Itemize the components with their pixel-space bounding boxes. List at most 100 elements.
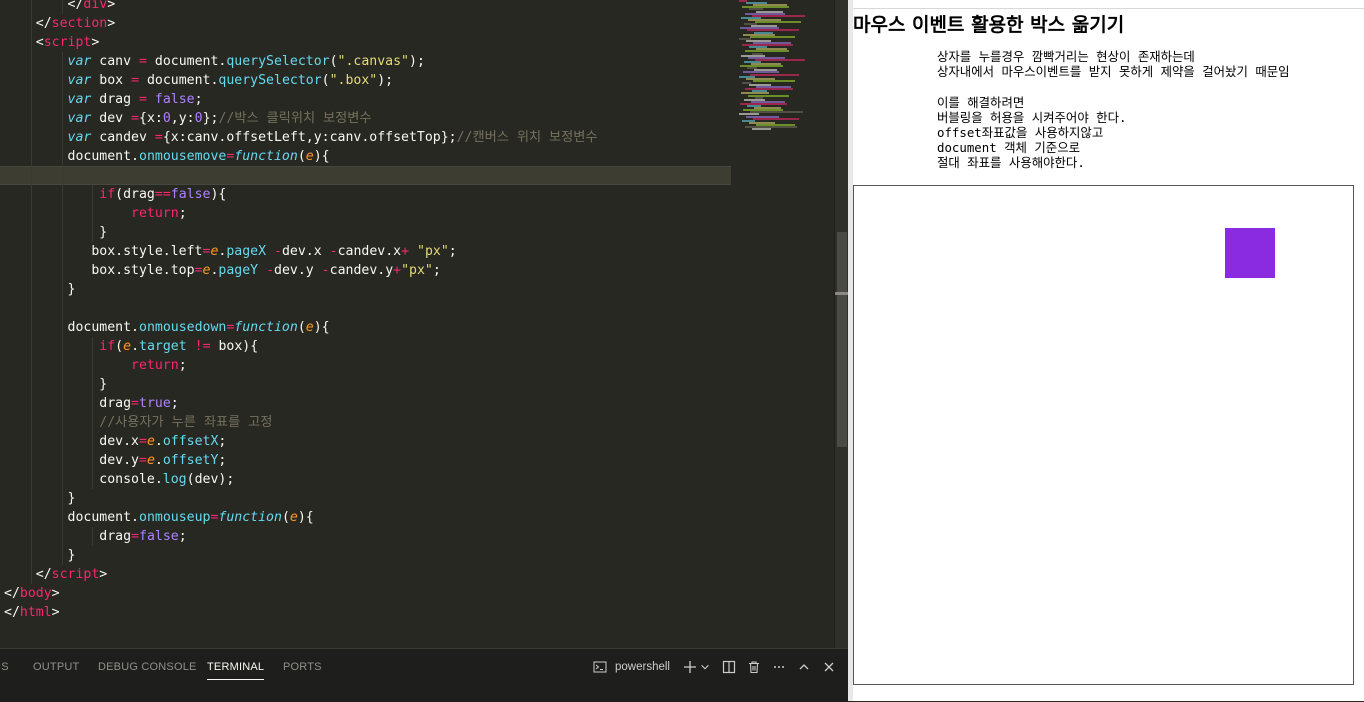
code-token: = (138, 453, 147, 468)
code-token: = (194, 263, 203, 278)
code-token: ; (432, 263, 441, 278)
scrollbar-thumb[interactable] (837, 232, 847, 447)
tab-output[interactable]: OUTPUT (33, 661, 79, 673)
plus-icon[interactable] (680, 657, 700, 677)
tab-terminal[interactable]: TERMINAL (207, 661, 265, 680)
draggable-box[interactable] (1225, 228, 1275, 278)
chevron-up-icon[interactable] (794, 657, 814, 677)
code-token: ".box" (329, 73, 378, 88)
code-line[interactable]: var dev ={x:0,y:0};//박스 클릭위치 보정변수 (4, 109, 804, 128)
description-line: 상자내에서 마우스이벤트를 받지 못하게 제약을 걸어놨기 때문임 (937, 64, 1290, 80)
code-line[interactable]: </div> (4, 0, 804, 14)
code-line[interactable]: </script> (4, 565, 804, 584)
code-token: > (107, 16, 116, 31)
code-line[interactable]: return; (4, 356, 804, 375)
code-token: ; (194, 92, 203, 107)
code-token: (dev); (186, 472, 235, 487)
code-line[interactable]: box.style.left=e.pageX -dev.x -candev.x+… (4, 242, 804, 261)
code-token: = (131, 111, 140, 126)
code-line[interactable]: <script> (4, 33, 804, 52)
trash-icon[interactable] (744, 657, 764, 677)
close-icon[interactable] (819, 657, 839, 677)
code-line[interactable]: var box = document.querySelector(".box")… (4, 71, 804, 90)
code-token: } (67, 491, 76, 506)
tab-ports[interactable]: PORTS (283, 661, 322, 673)
terminal-icon[interactable] (590, 657, 610, 677)
code-token: ,y: (170, 111, 195, 126)
code-token: var (67, 92, 92, 107)
code-line[interactable]: </html> (4, 603, 804, 622)
tab-problems[interactable]: IS (0, 661, 9, 673)
code-line[interactable]: box.style.top=e.pageY -dev.y -candev.y+"… (4, 261, 804, 280)
code-line[interactable]: } (4, 223, 804, 242)
code-line[interactable]: } (4, 546, 804, 565)
code-token: querySelector (218, 73, 322, 88)
code-line[interactable]: document.onmousedown=function(e){ (4, 318, 804, 337)
code-token: + (393, 263, 402, 278)
code-token: canv (91, 54, 139, 69)
code-token: false (139, 529, 179, 544)
chevron-down-icon[interactable] (699, 657, 711, 677)
code-token: } (99, 377, 108, 392)
code-line[interactable]: drag=false; (4, 527, 804, 546)
code-lines[interactable]: </div> </section> <script> var canv = do… (0, 0, 804, 622)
code-line[interactable]: drag=true; (4, 394, 804, 413)
code-line[interactable]: var candev ={x:canv.offsetLeft,y:canv.of… (4, 128, 804, 147)
code-line[interactable]: } (4, 280, 804, 299)
code-line[interactable]: } (4, 489, 804, 508)
code-token: = (131, 396, 139, 411)
code-token: document. (67, 510, 139, 525)
code-line[interactable]: dev.x=e.offsetX; (4, 432, 804, 451)
minimap[interactable] (735, 0, 833, 140)
code-line[interactable]: if(e.target != box){ (4, 337, 804, 356)
code-token: false (170, 187, 211, 202)
code-token: var (67, 73, 92, 88)
code-line[interactable]: var canv = document.querySelector(".canv… (4, 52, 804, 71)
code-token: function (234, 320, 298, 335)
code-token: true (139, 396, 171, 411)
code-token: document. (67, 320, 139, 335)
code-line[interactable]: } (4, 375, 804, 394)
code-token: ( (281, 510, 290, 525)
code-line[interactable]: //사용자가 누른 좌표를 고정 (4, 413, 804, 432)
code-line[interactable] (0, 166, 804, 185)
indent-guide (31, 299, 32, 318)
code-line[interactable]: </section> (4, 14, 804, 33)
code-line[interactable]: document.onmousemove=function(e){ (4, 147, 804, 166)
split-icon[interactable] (719, 657, 739, 677)
code-line[interactable]: dev.y=e.offsetY; (4, 451, 804, 470)
canvas-area[interactable] (853, 185, 1354, 685)
ellipsis-icon[interactable] (769, 657, 789, 677)
code-line[interactable]: if(drag==false){ (4, 185, 804, 204)
code-token: pageY (218, 263, 259, 278)
code-token: ; (178, 529, 187, 544)
code-token: onmousemove (139, 149, 227, 164)
code-token: ( (297, 149, 306, 164)
code-line[interactable]: </body> (4, 584, 804, 603)
code-line[interactable] (4, 299, 804, 318)
code-line[interactable]: document.onmouseup=function(e){ (4, 508, 804, 527)
code-line[interactable]: console.log(dev); (4, 470, 804, 489)
terminal-profile-label[interactable]: powershell (615, 661, 670, 673)
code-token: e (289, 510, 298, 525)
code-line[interactable]: return; (4, 204, 804, 223)
code-token: - (266, 263, 275, 278)
code-editor[interactable]: </div> </section> <script> var canv = do… (0, 0, 848, 648)
editor-vertical-scrollbar[interactable] (834, 0, 848, 648)
code-token: e (305, 320, 314, 335)
code-token: ){ (313, 320, 330, 335)
tab-debug-console[interactable]: DEBUG CONSOLE (98, 661, 197, 673)
description-line (937, 79, 1290, 94)
code-line[interactable]: var drag = false; (4, 90, 804, 109)
code-token: . (131, 339, 140, 354)
code-token: e (305, 149, 314, 164)
